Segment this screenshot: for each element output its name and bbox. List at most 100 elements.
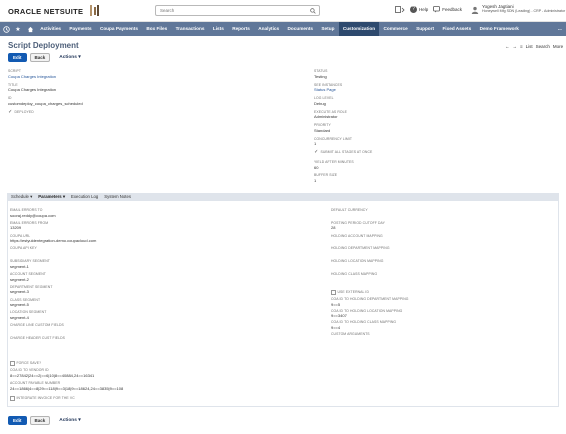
nav-item-analytics[interactable]: Analytics (254, 22, 283, 36)
nav-item-transactions[interactable]: Transactions (171, 22, 208, 36)
field-class-segment: CLASS SEGMENT segment-5 (10, 298, 40, 308)
recent-icon[interactable] (0, 22, 12, 36)
field-subsidiary-segment: SUBSIDIARY SEGMENT segment-1 (10, 259, 50, 269)
deployed-checkbox[interactable]: ✓ (8, 110, 13, 115)
field-coupa-api-key: COUPA API KEY (10, 246, 37, 251)
nav-item-documents[interactable]: Documents (283, 22, 317, 36)
edit-button[interactable]: Edit (8, 53, 27, 62)
nav-item-fixed-assets[interactable]: Fixed Assets (438, 22, 475, 36)
header-tools: ? Help Feedback (395, 6, 462, 13)
record-pager: ← → ≡ List Search More (505, 44, 563, 49)
nav-item-box-files[interactable]: Box Files (142, 22, 171, 36)
field-account-segment: ACCOUNT SEGMENT segment-2 (10, 272, 46, 282)
feedback-link[interactable]: Feedback (433, 6, 462, 13)
page-title: Script Deployment (8, 41, 79, 50)
feedback-icon (433, 6, 441, 13)
nav-item-lists[interactable]: Lists (209, 22, 228, 36)
field-label: HOLDING ACCOUNT MAPPING (331, 233, 383, 238)
field-email-errors-from: EMAIL ERRORS FROM 13209 (10, 221, 48, 231)
subtab-execution-log[interactable]: Execution Log (71, 194, 98, 199)
search-link[interactable]: Search (536, 44, 550, 49)
feedback-label: Feedback (442, 7, 463, 12)
home-icon[interactable] (24, 22, 36, 36)
help-label: Help (419, 7, 429, 12)
bottom-button-row: Edit Back Actions ▾ (8, 416, 81, 425)
top-button-row: Edit Back Actions ▾ (8, 53, 81, 62)
field-holding-class-mapping: HOLDING CLASS MAPPING (331, 272, 377, 277)
previous-arrow-icon[interactable]: ← (505, 44, 510, 49)
use-external-id-checkbox[interactable] (331, 290, 336, 295)
field-charge-line-custom-fields: CHARGE LINE CUSTOM FIELDS (10, 323, 64, 328)
field-value: 9==4 (331, 324, 341, 330)
nav-more-button[interactable]: ... (554, 22, 566, 36)
field-label: HOLDING LOCATION MAPPING (331, 259, 384, 264)
submit-all-label: SUBMIT ALL STAGES AT ONCE (320, 150, 373, 155)
nav-item-support[interactable]: Support (412, 22, 438, 36)
field-value: 60 (314, 164, 319, 170)
edit-button-bottom[interactable]: Edit (8, 416, 27, 425)
user-role: Honeywell Mfg SDN (Leading) - CRP - Admi… (482, 9, 566, 13)
field-value: 28 (331, 225, 336, 231)
help-link[interactable]: ? Help (410, 6, 428, 13)
actions-menu-bottom[interactable]: Actions ▾ (59, 418, 80, 423)
field-holding-location-mapping: HOLDING LOCATION MAPPING (331, 259, 383, 264)
back-button[interactable]: Back (29, 53, 51, 62)
force-save-checkbox[interactable] (10, 361, 15, 366)
help-icon: ? (410, 6, 417, 13)
next-arrow-icon[interactable]: → (513, 44, 518, 49)
field-value: Testing (314, 73, 327, 79)
field-label: LOG LEVEL (314, 96, 334, 100)
user-menu[interactable]: Yogesh Jagtiani Honeywell Mfg SDN (Leadi… (471, 4, 566, 18)
field-label: HOLDING CLASS MAPPING (331, 272, 378, 276)
field-value[interactable]: Status Page (314, 87, 342, 92)
field-value: customdeploy_coupa_charges_scheduled (8, 100, 83, 106)
actions-menu[interactable]: Actions ▾ (59, 55, 80, 60)
star-icon[interactable]: ★ (12, 22, 24, 36)
nav-item-customization[interactable]: Customization (338, 22, 380, 36)
nav-item-setup[interactable]: Setup (317, 22, 338, 36)
recent-records-button[interactable] (395, 6, 405, 13)
field-value: https://estyuldentegration-demo.coupaclo… (10, 238, 97, 244)
integrate-invoice-checkbox[interactable] (10, 396, 15, 401)
field-status: STATUS Testing (314, 69, 327, 79)
field-label: STATUS (314, 69, 328, 73)
main-navigation: ★ Activities Payments Coupa Payments Box Fi… (0, 22, 566, 36)
more-link[interactable]: More (553, 44, 563, 49)
subtab-schedule[interactable]: Schedule ▾ (11, 194, 32, 200)
nav-item-coupa-payments[interactable]: Coupa Payments (96, 22, 142, 36)
list-view-icon[interactable]: ≡ (520, 44, 523, 49)
field-log-level: LOG LEVEL Debug (314, 96, 334, 106)
field-label: ID (8, 96, 12, 100)
nav-item-demo-framework[interactable]: Demo Framework (475, 22, 523, 36)
force-save-label: FORCE SAVE? (16, 361, 42, 366)
global-search-input[interactable] (156, 6, 319, 15)
nav-item-activities[interactable]: Activities (36, 22, 65, 36)
field-value: segment-2 (10, 276, 29, 282)
search-icon[interactable] (310, 8, 316, 14)
subtab-parameters[interactable]: Parameters ▾ (38, 194, 65, 200)
back-button-bottom[interactable]: Back (29, 416, 51, 425)
nav-item-reports[interactable]: Reports (228, 22, 254, 36)
user-avatar-icon (471, 6, 479, 14)
field-label: COA ID TO HOLDING LOCATION MAPPING (331, 308, 403, 313)
field-priority: PRIORITY Standard (314, 123, 331, 133)
field-value[interactable]: Coupa Charges Integration (8, 74, 56, 79)
field-default-currency: DEFAULT CURRENCY (331, 208, 368, 213)
field-label: CUSTOM ARGUMENTS (331, 331, 370, 336)
field-label: COUPA API KEY (10, 246, 37, 251)
field-label: HOLDING DEPARTMENT MAPPING (331, 246, 390, 251)
field-execute-as-role: EXECUTE AS ROLE Administrator (314, 110, 347, 120)
list-link[interactable]: List (526, 44, 533, 49)
global-search (155, 5, 320, 16)
field-script: SCRIPT Coupa Charges Integration (8, 69, 56, 79)
field-value: 8==27842|24==2|==6|10|8==40884,24==16341 (10, 372, 95, 378)
field-label: TITLE (8, 82, 18, 87)
netsuite-logo[interactable]: ORACLE NETSUITE (8, 7, 83, 16)
field-value: 1 (314, 141, 317, 146)
subtab-system-notes[interactable]: System Notes (104, 194, 131, 199)
field-label: COA ID TO VENDOR ID (10, 368, 49, 372)
submit-all-checkbox[interactable]: ✓ (314, 150, 319, 155)
nav-item-commerce[interactable]: Commerce (379, 22, 412, 36)
field-label: EMAIL ERRORS FROM (10, 220, 49, 225)
nav-item-payments[interactable]: Payments (65, 22, 96, 36)
